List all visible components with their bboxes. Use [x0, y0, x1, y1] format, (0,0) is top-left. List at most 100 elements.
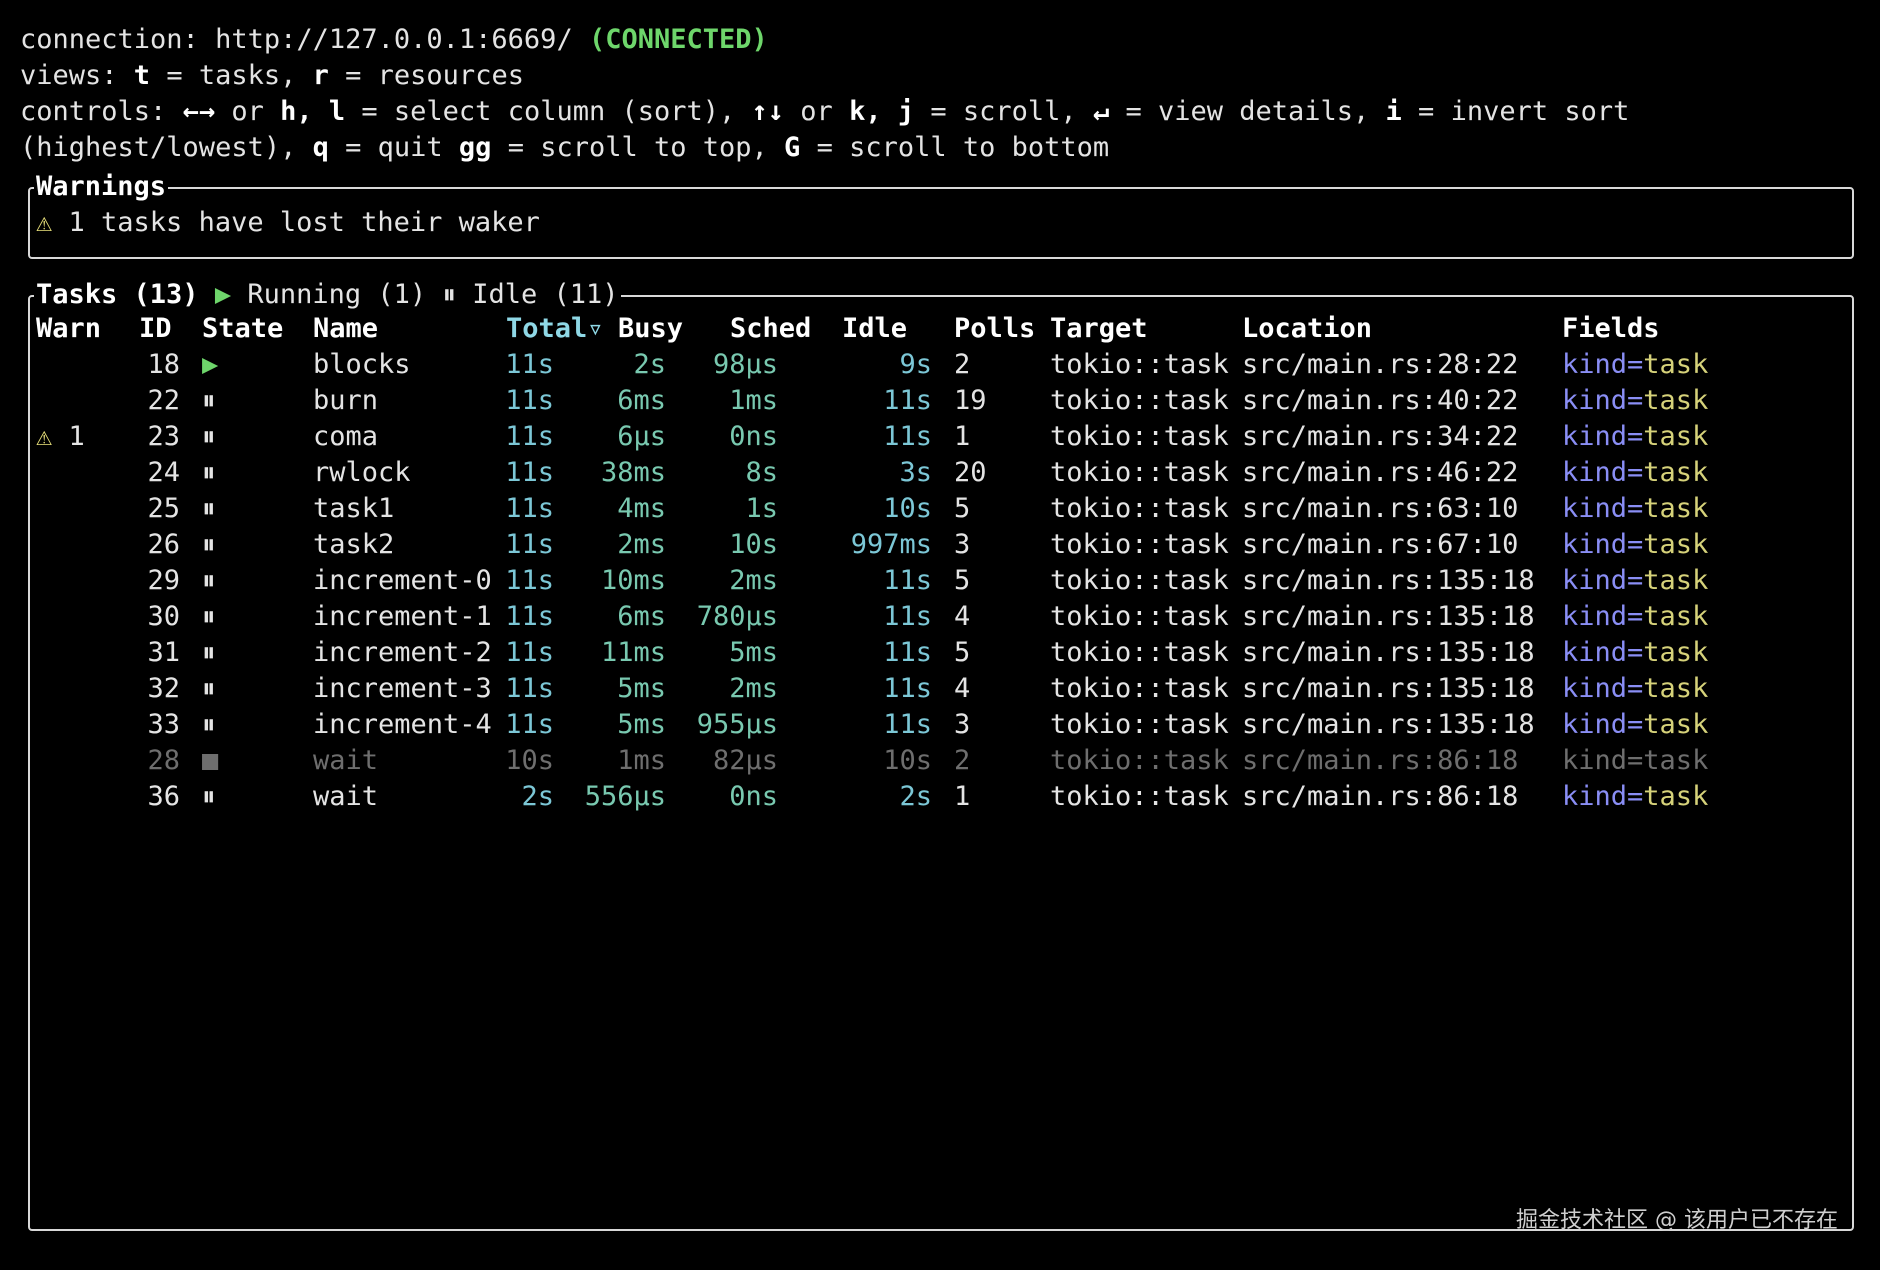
cell-idle: 997ms [850, 529, 932, 560]
idle-state-icon: ⏸ [202, 457, 216, 488]
cell-id: 18 [147, 349, 180, 380]
table-row[interactable]: 25 ⏸ task1 11s 4ms 1s 10s 5 tokio::task src/main.… [36, 491, 1852, 527]
field-value: task [1643, 565, 1709, 596]
cell-total: 2s [521, 781, 554, 812]
field-equals: = [1627, 673, 1644, 704]
cell-location: src/main.rs:28:22 [1242, 349, 1519, 380]
column-header-id[interactable]: ID [139, 311, 172, 347]
cell-location: src/main.rs:67:10 [1242, 529, 1519, 560]
field-key: kind [1562, 781, 1628, 812]
idle-count: Idle (11) [455, 279, 619, 310]
column-header-idle[interactable]: Idle [842, 311, 907, 347]
views-resources-text: = resources [328, 60, 524, 91]
idle-state-icon: ⏸ [202, 781, 216, 812]
cell-location: src/main.rs:63:10 [1242, 493, 1519, 524]
column-header-polls[interactable]: Polls [954, 311, 1035, 347]
column-header-busy[interactable]: Busy [618, 311, 683, 347]
cell-fields: kind=task [1562, 779, 1708, 815]
table-row[interactable]: ⚠ 1 23 ⏸ coma 11s 6µs 0ns 11s 1 tokio::task src/ma… [36, 419, 1852, 455]
cell-polls: 5 [954, 565, 971, 596]
cell-total: 11s [505, 385, 554, 416]
key-q: q [312, 132, 329, 163]
warning-message-line: ⚠ 1 tasks have lost their waker [36, 205, 540, 241]
cell-sched: 98µs [712, 349, 778, 380]
field-value: task [1643, 637, 1709, 668]
field-value: task [1643, 421, 1709, 452]
cell-sched: 0ns [729, 781, 778, 812]
cell-total: 11s [505, 565, 554, 596]
table-row[interactable]: 18 ▶ blocks 11s 2s 98µs 9s 2 tokio::task src/main… [36, 347, 1852, 383]
cell-sched: 8s [745, 457, 778, 488]
cell-target: tokio::task [1050, 529, 1229, 560]
column-header-target[interactable]: Target [1050, 311, 1148, 347]
column-header-total[interactable]: Total▿ [506, 311, 604, 347]
key-i: i [1385, 96, 1402, 127]
cell-sched: 1ms [729, 385, 778, 416]
cell-idle: 11s [883, 385, 932, 416]
column-header-sched[interactable]: Sched [730, 311, 811, 347]
cell-total: 11s [505, 601, 554, 632]
column-header-warn[interactable]: Warn [36, 311, 101, 347]
warning-message: 1 tasks have lost their waker [52, 207, 540, 238]
tasks-panel[interactable]: Tasks (13) ▶ Running (1) ⏸ Idle (11) War… [28, 277, 1854, 1231]
field-key: kind [1562, 565, 1628, 596]
table-row[interactable]: 29 ⏸ increment-0 11s 10ms 2ms 11s 5 tokio::task s… [36, 563, 1852, 599]
table-row[interactable]: 31 ⏸ increment-2 11s 11ms 5ms 11s 5 tokio::task s… [36, 635, 1852, 671]
warning-icon: ⚠ [36, 421, 53, 452]
views-line: views: t = tasks, r = resources [20, 58, 1880, 94]
cell-location: src/main.rs:135:18 [1242, 601, 1535, 632]
completed-state-icon: ■ [202, 745, 219, 776]
cell-busy: 4ms [617, 493, 666, 524]
cell-target: tokio::task [1050, 385, 1229, 416]
field-value: task [1643, 709, 1709, 740]
field-value: task [1643, 493, 1709, 524]
cell-idle: 11s [883, 601, 932, 632]
key-up-down: ↑↓ [751, 96, 785, 127]
field-equals: = [1627, 349, 1644, 380]
controls-or-text: or [215, 96, 281, 127]
cell-idle: 11s [883, 637, 932, 668]
table-row[interactable]: 30 ⏸ increment-1 11s 6ms 780µs 11s 4 tokio::task… [36, 599, 1852, 635]
table-row[interactable]: 33 ⏸ increment-4 11s 5ms 955µs 11s 3 tokio::task… [36, 707, 1852, 743]
cell-fields: kind=task [1562, 527, 1708, 563]
cell-sched: 5ms [729, 637, 778, 668]
controls-scroll-text: = scroll, [914, 96, 1093, 127]
cell-busy: 2s [633, 349, 666, 380]
cell-target: tokio::task [1050, 493, 1229, 524]
column-header-fields[interactable]: Fields [1562, 311, 1660, 347]
field-equals: = [1627, 421, 1644, 452]
cell-location: src/main.rs:135:18 [1242, 709, 1535, 740]
cell-fields: kind=task [1562, 455, 1708, 491]
idle-state-icon: ⏸ [202, 385, 216, 416]
controls-invert-text: = invert sort [1401, 96, 1630, 127]
cell-fields: kind=task [1562, 419, 1708, 455]
table-row[interactable]: 26 ⏸ task2 11s 2ms 10s 997ms 3 tokio::task src/ma… [36, 527, 1852, 563]
table-row[interactable]: 28 ■ wait 10s 1ms 82µs 10s 2 tokio::task src/main… [36, 743, 1852, 779]
column-header-name[interactable]: Name [313, 311, 378, 347]
field-key: kind [1562, 637, 1628, 668]
column-header-location[interactable]: Location [1242, 311, 1372, 347]
idle-state-icon: ⏸ [202, 493, 216, 524]
cell-sched: 1s [745, 493, 778, 524]
field-key: kind [1562, 601, 1628, 632]
cell-id: 25 [147, 493, 180, 524]
column-header-state[interactable]: State [202, 311, 283, 347]
field-value: task [1643, 529, 1709, 560]
field-equals: = [1627, 709, 1644, 740]
table-row[interactable]: 24 ⏸ rwlock 11s 38ms 8s 3s 20 tokio::task src/mai… [36, 455, 1852, 491]
table-row[interactable]: 22 ⏸ burn 11s 6ms 1ms 11s 19 tokio::task src/main… [36, 383, 1852, 419]
cell-fields: kind=task [1562, 671, 1708, 707]
tasks-table: Warn ID State Name Total▿ Busy Sched Idl… [36, 311, 1852, 815]
cell-target: tokio::task [1050, 349, 1229, 380]
field-key: kind [1562, 385, 1628, 416]
table-row[interactable]: 32 ⏸ increment-3 11s 5ms 2ms 11s 4 tokio::task sr… [36, 671, 1852, 707]
field-key: kind [1562, 529, 1628, 560]
idle-state-icon: ⏸ [202, 637, 216, 668]
table-row[interactable]: 36 ⏸ wait 2s 556µs 0ns 2s 1 tokio::task src/main.… [36, 779, 1852, 815]
cell-target: tokio::task [1050, 781, 1229, 812]
cell-id: 36 [147, 781, 180, 812]
cell-location: src/main.rs:135:18 [1242, 673, 1535, 704]
cell-idle: 10s [883, 493, 932, 524]
cell-sched: 0ns [729, 421, 778, 452]
cell-total: 10s [505, 745, 554, 776]
